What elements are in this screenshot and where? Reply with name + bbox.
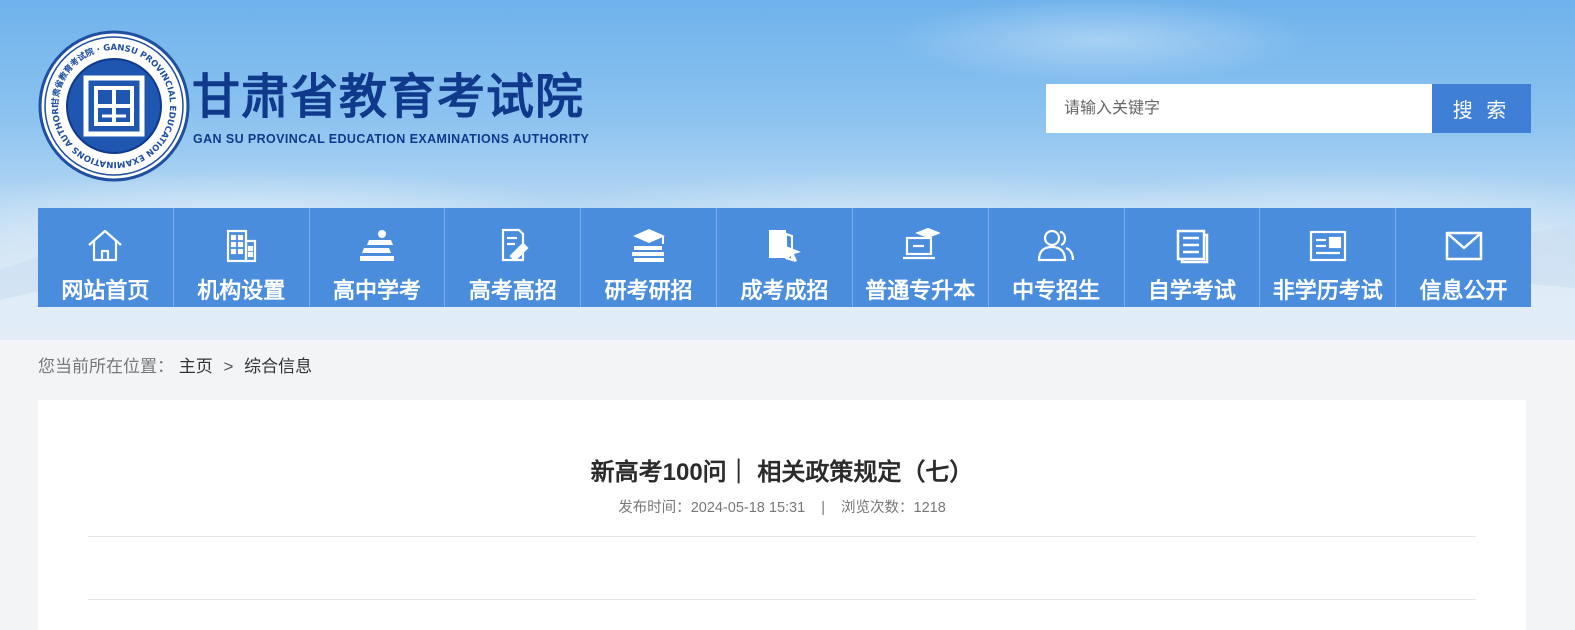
authority-logo[interactable]: 甘肃省教育考试院 · GANSU PROVINCIAL EDUCATION EX… [38,30,190,182]
document-pen-icon [501,228,529,262]
content-divider [88,599,1476,600]
search-input[interactable] [1046,84,1432,133]
main-nav: 网站首页 机构设置 高中学考 高考高招 研考研招 成考成招 普通专升本 中专招生… [38,208,1531,307]
id-card-icon [1309,230,1346,262]
publish-time: 2024-05-18 15:31 [690,500,806,516]
nav-item-adult-exam[interactable]: 成考成招 [717,208,853,307]
nav-label: 高中学考 [333,278,422,303]
nav-label: 机构设置 [197,278,286,303]
nav-item-home[interactable]: 网站首页 [38,208,174,307]
nav-label: 成考成招 [740,278,829,303]
nav-item-non-degree[interactable]: 非学历考试 [1260,208,1397,307]
breadcrumb-label: 您当前所在位置： [38,357,174,376]
mail-icon [1445,231,1482,261]
graduation-cap-icon [631,229,665,262]
nav-item-organization[interactable]: 机构设置 [174,208,310,307]
nav-label: 中专招生 [1012,278,1101,303]
site-name[interactable]: 甘肃省教育考试院 [192,68,584,128]
breadcrumb-home-link[interactable]: 主页 [179,357,213,376]
site-name-english: GAN SU PROVINCAL EDUCATION EXAMINATIONS … [193,132,590,146]
nav-label: 研考研招 [604,278,693,303]
nav-label: 普通专升本 [865,278,976,303]
search-button[interactable]: 搜 索 [1432,84,1531,133]
view-count-label: 浏览次数： [841,500,914,516]
book-cursor-icon [769,230,802,262]
books-icon [360,230,395,261]
nav-item-high-school-exam[interactable]: 高中学考 [310,208,446,307]
article-meta: 发布时间：2024-05-18 15:31 | 浏览次数：1218 [0,496,1564,517]
nav-label: 高考高招 [468,278,557,303]
nav-item-upgrade-bachelor[interactable]: 普通专升本 [853,208,989,307]
breadcrumb-current[interactable]: 综合信息 [244,357,312,376]
publish-time-label: 发布时间： [618,500,691,516]
nav-item-vocational[interactable]: 中专招生 [989,208,1125,307]
laptop-cap-icon [903,227,941,260]
nav-item-postgrad[interactable]: 研考研招 [581,208,718,307]
list-document-icon [1176,229,1209,264]
users-icon [1037,229,1075,262]
nav-label: 网站首页 [61,278,150,303]
nav-item-self-study[interactable]: 自学考试 [1125,208,1261,307]
view-count: 1218 [913,500,946,516]
nav-label: 非学历考试 [1272,278,1383,303]
building-icon [227,229,257,263]
nav-label: 信息公开 [1419,278,1508,303]
title-divider [88,536,1476,537]
nav-item-info-disclosure[interactable]: 信息公开 [1396,208,1531,307]
home-icon [88,229,123,262]
breadcrumb-separator: > [223,357,234,376]
meta-separator: | [821,500,825,516]
nav-item-gaokao[interactable]: 高考高招 [445,208,582,307]
nav-label: 自学考试 [1147,278,1236,303]
article-title: 新高考100问｜ 相关政策规定（七） [590,459,974,486]
breadcrumb: 您当前所在位置： 主页 > 综合信息 [38,352,312,377]
